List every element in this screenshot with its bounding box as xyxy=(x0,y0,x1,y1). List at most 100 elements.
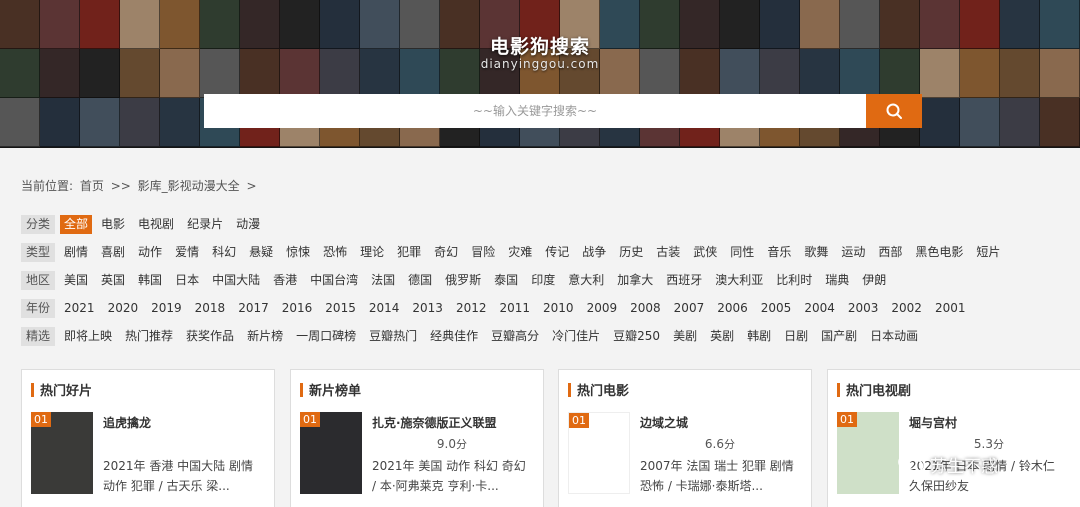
breadcrumb-home-link[interactable]: 首页 xyxy=(80,179,104,193)
filter-option[interactable]: 恐怖 xyxy=(319,243,351,262)
poster-thumbnail[interactable]: 01 xyxy=(837,412,899,494)
filter-option[interactable]: 短片 xyxy=(972,243,1004,262)
movie-title-link[interactable]: 追虎擒龙 xyxy=(103,414,151,431)
filter-option[interactable]: 武侠 xyxy=(689,243,721,262)
filter-option[interactable]: 历史 xyxy=(615,243,647,262)
filter-option[interactable]: 电影 xyxy=(97,215,129,234)
filter-option[interactable]: 2021 xyxy=(60,299,99,318)
filter-option[interactable]: 动作 xyxy=(134,243,166,262)
filter-option[interactable]: 即将上映 xyxy=(60,327,116,346)
filter-option[interactable]: 经典佳作 xyxy=(426,327,482,346)
filter-option[interactable]: 2008 xyxy=(626,299,665,318)
filter-option[interactable]: 冷门佳片 xyxy=(548,327,604,346)
filter-option[interactable]: 2003 xyxy=(844,299,883,318)
filter-option[interactable]: 新片榜 xyxy=(243,327,287,346)
filter-option[interactable]: 国产剧 xyxy=(817,327,861,346)
filter-option[interactable]: 豆瓣250 xyxy=(609,327,664,346)
filter-option[interactable]: 豆瓣高分 xyxy=(487,327,543,346)
card-heading[interactable]: 新片榜单 xyxy=(300,380,361,399)
filter-option[interactable]: 2007 xyxy=(670,299,709,318)
filter-option[interactable]: 喜剧 xyxy=(97,243,129,262)
movie-title-link[interactable]: 扎克·施奈德版正义联盟 xyxy=(372,414,497,431)
filter-option[interactable]: 澳大利亚 xyxy=(711,271,767,290)
filter-option[interactable]: 2017 xyxy=(234,299,273,318)
card-heading[interactable]: 热门电影 xyxy=(568,380,629,399)
filter-option[interactable]: 战争 xyxy=(578,243,610,262)
search-input[interactable] xyxy=(204,94,866,128)
filter-option[interactable]: 2010 xyxy=(539,299,578,318)
filter-option[interactable]: 全部 xyxy=(60,214,93,234)
filter-option[interactable]: 动漫 xyxy=(232,215,264,234)
filter-option[interactable]: 惊悚 xyxy=(282,243,314,262)
filter-option[interactable]: 美国 xyxy=(60,271,92,290)
filter-option[interactable]: 2002 xyxy=(887,299,926,318)
filter-option[interactable]: 英剧 xyxy=(706,327,738,346)
filter-option[interactable]: 2016 xyxy=(278,299,317,318)
filter-option[interactable]: 俄罗斯 xyxy=(441,271,485,290)
filter-option[interactable]: 获奖作品 xyxy=(182,327,238,346)
filter-option[interactable]: 2004 xyxy=(800,299,839,318)
filter-option[interactable]: 2014 xyxy=(365,299,404,318)
filter-option[interactable]: 意大利 xyxy=(564,271,608,290)
filter-option[interactable]: 西部 xyxy=(874,243,906,262)
filter-option[interactable]: 2018 xyxy=(191,299,230,318)
filter-option[interactable]: 剧情 xyxy=(60,243,92,262)
filter-option[interactable]: 比利时 xyxy=(772,271,816,290)
filter-option[interactable]: 豆瓣热门 xyxy=(365,327,421,346)
filter-option[interactable]: 传记 xyxy=(541,243,573,262)
filter-option[interactable]: 2006 xyxy=(713,299,752,318)
filter-option[interactable]: 伊朗 xyxy=(858,271,890,290)
movie-title-link[interactable]: 边域之城 xyxy=(640,414,688,431)
filter-option[interactable]: 爱情 xyxy=(171,243,203,262)
filter-option[interactable]: 运动 xyxy=(837,243,869,262)
filter-option[interactable]: 黑色电影 xyxy=(911,243,967,262)
filter-option[interactable]: 2015 xyxy=(321,299,360,318)
filter-option[interactable]: 同性 xyxy=(726,243,758,262)
filter-option[interactable]: 加拿大 xyxy=(613,271,657,290)
filter-option[interactable]: 英国 xyxy=(97,271,129,290)
filter-option[interactable]: 2009 xyxy=(583,299,622,318)
filter-option[interactable]: 中国大陆 xyxy=(208,271,264,290)
filter-option[interactable]: 热门推荐 xyxy=(121,327,177,346)
card-heading[interactable]: 热门电视剧 xyxy=(837,380,911,399)
filter-option[interactable]: 韩国 xyxy=(134,271,166,290)
breadcrumb-current[interactable]: 影库_影视动漫大全 xyxy=(138,179,240,193)
filter-option[interactable]: 奇幻 xyxy=(430,243,462,262)
filter-option[interactable]: 纪录片 xyxy=(183,215,227,234)
filter-option[interactable]: 泰国 xyxy=(490,271,522,290)
filter-option[interactable]: 2011 xyxy=(495,299,534,318)
filter-option[interactable]: 印度 xyxy=(527,271,559,290)
filter-option[interactable]: 法国 xyxy=(367,271,399,290)
filter-option[interactable]: 犯罪 xyxy=(393,243,425,262)
filter-option[interactable]: 2013 xyxy=(408,299,447,318)
filter-option[interactable]: 歌舞 xyxy=(800,243,832,262)
filter-option[interactable]: 2005 xyxy=(757,299,796,318)
filter-option[interactable]: 理论 xyxy=(356,243,388,262)
filter-option[interactable]: 灾难 xyxy=(504,243,536,262)
filter-option[interactable]: 2019 xyxy=(147,299,186,318)
movie-title-link[interactable]: 堀与宫村 xyxy=(909,414,957,431)
filter-option[interactable]: 音乐 xyxy=(763,243,795,262)
filter-option[interactable]: 古装 xyxy=(652,243,684,262)
filter-option[interactable]: 西班牙 xyxy=(662,271,706,290)
filter-option[interactable]: 科幻 xyxy=(208,243,240,262)
filter-option[interactable]: 瑞典 xyxy=(821,271,853,290)
filter-option[interactable]: 中国台湾 xyxy=(306,271,362,290)
filter-option[interactable]: 日本动画 xyxy=(866,327,922,346)
filter-option[interactable]: 一周口碑榜 xyxy=(292,327,360,346)
filter-option[interactable]: 悬疑 xyxy=(245,243,277,262)
filter-option[interactable]: 德国 xyxy=(404,271,436,290)
filter-option[interactable]: 日本 xyxy=(171,271,203,290)
poster-thumbnail[interactable]: 01 xyxy=(568,412,630,494)
filter-option[interactable]: 2020 xyxy=(104,299,143,318)
filter-option[interactable]: 2012 xyxy=(452,299,491,318)
filter-option[interactable]: 日剧 xyxy=(780,327,812,346)
card-heading[interactable]: 热门好片 xyxy=(31,380,92,399)
filter-option[interactable]: 冒险 xyxy=(467,243,499,262)
search-button[interactable] xyxy=(866,94,922,128)
filter-option[interactable]: 美剧 xyxy=(669,327,701,346)
filter-option[interactable]: 电视剧 xyxy=(134,215,178,234)
poster-thumbnail[interactable]: 01 xyxy=(300,412,362,494)
filter-option[interactable]: 2001 xyxy=(931,299,970,318)
filter-option[interactable]: 韩剧 xyxy=(743,327,775,346)
